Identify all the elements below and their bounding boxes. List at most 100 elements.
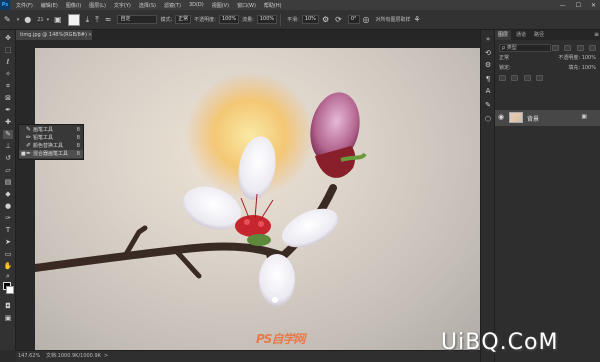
filter-shape-icon[interactable] <box>588 45 596 51</box>
image-canvas[interactable] <box>35 48 480 350</box>
smoothing-field[interactable]: 10% <box>301 15 319 24</box>
pen-tool-icon[interactable]: ✑ <box>3 214 13 223</box>
menu-edit[interactable]: 编辑(E) <box>41 2 58 9</box>
menu-filter[interactable]: 滤镜(T) <box>164 2 181 9</box>
lock-icon: ▣ <box>581 113 587 120</box>
blend-mode-select[interactable]: 正常 <box>499 54 509 61</box>
symmetry-icon[interactable]: ⚘ <box>414 15 421 24</box>
brush-tool-icon[interactable]: ✎ <box>3 130 13 139</box>
flyout-item-brush[interactable]: ✎ 画笔工具 B <box>19 126 83 134</box>
smoothing-label: 平滑: <box>287 17 299 23</box>
flyout-label: 画笔工具 <box>33 127 54 133</box>
clone-stamp-tool-icon[interactable]: ⊥ <box>3 142 13 151</box>
menu-window[interactable]: 窗口(W) <box>237 2 256 9</box>
flyout-item-mixer-brush[interactable]: ■ ✒ 混合器画笔工具 B <box>19 150 83 158</box>
document-tab[interactable]: timg.jpg @ 148%(RGB/8#) <box>16 30 92 40</box>
shape-tool-icon[interactable]: ▭ <box>3 250 13 259</box>
mode-select[interactable]: 正常 <box>175 15 192 24</box>
flyout-item-color-replace[interactable]: ✐ 颜色替换工具 B <box>19 142 83 150</box>
layer-filter-input[interactable]: ρ 类型 <box>499 44 551 52</box>
quick-mask-icon[interactable]: ◘ <box>3 302 13 311</box>
close-button[interactable]: ✕ <box>591 2 596 9</box>
flower-photo <box>35 72 367 306</box>
menu-file[interactable]: 文件(F) <box>16 2 33 9</box>
tab-layers[interactable]: 图层 <box>495 30 512 40</box>
tab-channels[interactable]: 通道 <box>513 30 529 40</box>
filter-type-icon[interactable] <box>576 45 584 51</box>
zoom-level[interactable]: 147.62% <box>18 351 40 362</box>
color-replace-icon: ✐ <box>26 142 32 149</box>
load-brush-icon[interactable]: ⤓ <box>86 15 90 25</box>
brush-preview-icon[interactable]: ● <box>24 15 31 24</box>
layer-opacity[interactable]: 不透明度: 100% <box>558 54 596 61</box>
tab-paths[interactable]: 路径 <box>531 30 547 40</box>
history-brush-tool-icon[interactable]: ↺ <box>3 154 13 163</box>
flow-field[interactable]: 100% <box>256 15 278 24</box>
pressure-icon[interactable]: ◎ <box>363 15 370 24</box>
smoothing-options-icon[interactable]: ⚙ <box>322 15 329 24</box>
tool-preset-dropdown-icon[interactable]: ▾ <box>17 17 20 23</box>
menu-view[interactable]: 视图(V) <box>212 2 229 9</box>
move-tool-icon[interactable]: ✥ <box>3 34 13 43</box>
zoom-tool-icon[interactable]: ⌕ <box>3 272 13 281</box>
close-tab-icon[interactable]: × <box>88 30 92 40</box>
blend-preset-select[interactable]: 自定 <box>117 15 158 24</box>
layer-row-background[interactable]: ◉ 背景 ▣ <box>495 110 600 126</box>
maximize-button[interactable]: ☐ <box>576 2 581 9</box>
menu-image[interactable]: 图像(I) <box>66 2 81 9</box>
gradient-tool-icon[interactable]: ▤ <box>3 178 13 187</box>
screen-mode-icon[interactable]: ▣ <box>3 314 13 323</box>
lock-paint-icon[interactable] <box>511 75 519 81</box>
paragraph-icon[interactable]: ¶ <box>483 74 493 84</box>
angle-field[interactable]: 0° <box>347 15 360 24</box>
filter-adjust-icon[interactable] <box>564 45 572 51</box>
type-tool-icon[interactable]: T <box>3 226 13 235</box>
flyout-item-pencil[interactable]: ✏ 铅笔工具 B <box>19 134 83 142</box>
background-color-swatch[interactable] <box>6 286 14 294</box>
tool-preset-icon[interactable]: ✎ <box>4 15 11 24</box>
path-select-tool-icon[interactable]: ➤ <box>3 238 13 247</box>
eyedropper-tool-icon[interactable]: ✒ <box>3 106 13 115</box>
angle-icon[interactable]: ⟳ <box>335 15 342 24</box>
sample-all-layers-label[interactable]: 对所有图层取样 <box>375 16 410 23</box>
panel-menu-icon[interactable]: ≡ <box>594 30 599 40</box>
menu-3d[interactable]: 3D(D) <box>189 2 204 8</box>
flow-label: 流量: <box>242 17 254 23</box>
eye-icon[interactable]: ◉ <box>498 113 504 121</box>
opacity-field[interactable]: 100% <box>218 15 240 24</box>
lock-position-icon[interactable] <box>523 75 531 81</box>
current-color-swatch[interactable] <box>67 13 80 26</box>
filter-pixel-icon[interactable] <box>552 45 559 51</box>
frame-tool-icon[interactable]: ⊠ <box>3 94 13 103</box>
character-icon[interactable]: A <box>483 86 493 96</box>
history-icon[interactable]: ⟲ <box>483 48 493 58</box>
blur-tool-icon[interactable]: ◆ <box>3 190 13 199</box>
brush-settings-icon[interactable]: ▣ <box>54 15 62 24</box>
menu-type[interactable]: 文字(Y) <box>114 2 131 9</box>
healing-brush-tool-icon[interactable]: ✚ <box>3 118 13 127</box>
status-menu-icon[interactable]: > <box>104 351 108 362</box>
lock-pixels-icon[interactable] <box>499 75 506 81</box>
3d-icon[interactable]: ⬡ <box>483 114 493 124</box>
dodge-tool-icon[interactable]: ● <box>3 202 13 211</box>
hand-tool-icon[interactable]: ✋ <box>3 262 13 271</box>
eraser-tool-icon[interactable]: ▱ <box>3 166 13 175</box>
menu-layer[interactable]: 图层(L) <box>89 2 106 9</box>
menu-help[interactable]: 帮助(H) <box>264 2 282 9</box>
collapse-icon[interactable]: » <box>483 34 493 44</box>
lock-icons <box>499 74 543 82</box>
layer-fill[interactable]: 填充: 100% <box>568 64 596 71</box>
minimize-button[interactable]: — <box>560 2 566 9</box>
menu-select[interactable]: 选择(S) <box>139 2 156 9</box>
shortcut-key: B <box>76 143 80 149</box>
brush-dropdown-icon[interactable]: ▾ <box>47 17 50 23</box>
lock-all-icon[interactable] <box>535 75 543 81</box>
crop-tool-icon[interactable]: ⌗ <box>3 82 13 91</box>
wet-mix-icon[interactable]: ≈ <box>105 15 112 24</box>
marquee-tool-icon[interactable]: ⬚ <box>3 46 13 55</box>
clean-brush-icon[interactable]: ⤒ <box>95 15 99 25</box>
properties-icon[interactable]: ⚙ <box>483 60 493 70</box>
quick-select-tool-icon[interactable]: ✧ <box>3 70 13 79</box>
lasso-tool-icon[interactable]: ℓ <box>3 58 13 67</box>
brush-panel-icon[interactable]: ✎ <box>483 100 493 110</box>
